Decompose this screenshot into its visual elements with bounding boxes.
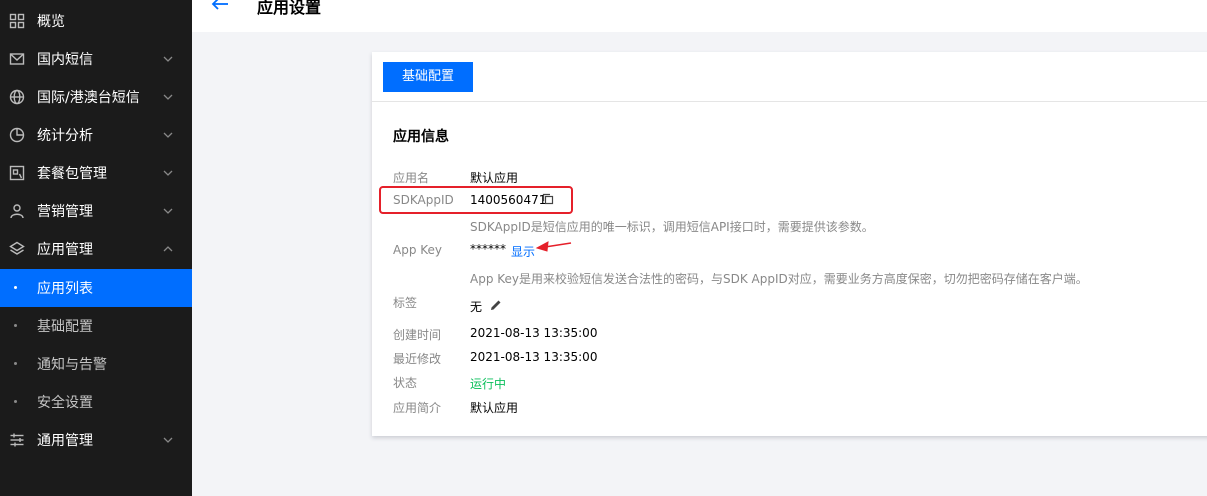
- copy-icon[interactable]: [542, 193, 554, 205]
- sidebar-item-app-management[interactable]: 应用管理: [0, 230, 192, 268]
- show-app-key-link[interactable]: 显示: [511, 243, 535, 260]
- grid-icon: [9, 13, 25, 29]
- bullet-dot: [14, 362, 17, 365]
- sidebar-item-label: 安全设置: [37, 395, 93, 411]
- app-name-label: 应用名: [393, 171, 430, 185]
- sidebar: 概览 国内短信 国际/港澳台短信 统计分析 套餐包管理 营销管理 应用管理 应用…: [0, 0, 192, 496]
- chevron-down-icon: [162, 91, 174, 103]
- globe-icon: [9, 89, 25, 105]
- back-arrow-icon[interactable]: [211, 0, 229, 11]
- sidebar-item-label: 国内短信: [37, 52, 93, 68]
- sdk-appid-label: SDKAppID: [393, 193, 454, 207]
- bullet-dot: [14, 324, 17, 327]
- section-title: 应用信息: [393, 129, 449, 145]
- chevron-down-icon: [162, 129, 174, 141]
- modified-time-value: 2021-08-13 13:35:00: [470, 350, 598, 364]
- sidebar-item-label: 通用管理: [37, 433, 93, 449]
- pencil-icon[interactable]: [490, 299, 502, 311]
- sdk-appid-hint: SDKAppID是短信应用的唯一标识，调用短信API接口时，需要提供该参数。: [470, 220, 874, 234]
- sidebar-item-packages[interactable]: 套餐包管理: [0, 154, 192, 192]
- layers-icon: [9, 241, 25, 257]
- chevron-up-icon: [162, 243, 174, 255]
- sidebar-item-label: 概览: [37, 14, 65, 30]
- sidebar-item-label: 基础配置: [37, 319, 93, 335]
- app-settings-card: 基础配置 应用信息 应用名 默认应用 SDKAppID 1400560471 S…: [372, 52, 1207, 436]
- app-key-value: ******: [470, 242, 506, 256]
- sidebar-item-marketing[interactable]: 营销管理: [0, 192, 192, 230]
- chevron-down-icon: [162, 205, 174, 217]
- package-icon: [9, 165, 25, 181]
- created-time-value: 2021-08-13 13:35:00: [470, 326, 598, 340]
- mail-icon: [9, 51, 25, 67]
- sidebar-item-security[interactable]: 安全设置: [0, 383, 192, 421]
- chevron-down-icon: [162, 167, 174, 179]
- app-key-hint: App Key是用来校验短信发送合法性的密码，与SDK AppID对应，需要业务…: [470, 272, 1088, 286]
- app-name-value: 默认应用: [470, 171, 519, 185]
- tag-value: 无: [470, 300, 483, 314]
- page-header: 应用设置: [192, 0, 1207, 32]
- sidebar-item-overview[interactable]: 概览: [0, 2, 192, 40]
- chevron-down-icon: [162, 53, 174, 65]
- sidebar-item-general[interactable]: 通用管理: [0, 421, 192, 459]
- sdk-appid-value: 1400560471: [470, 193, 547, 207]
- intro-value: 默认应用: [470, 401, 519, 415]
- sidebar-item-domestic-sms[interactable]: 国内短信: [0, 40, 192, 78]
- bullet-dot: [14, 400, 17, 403]
- sliders-icon: [9, 432, 25, 448]
- sidebar-item-label: 通知与告警: [37, 357, 107, 373]
- sidebar-item-label: 应用管理: [37, 242, 93, 258]
- annotation-arrow-icon: [535, 240, 575, 254]
- pie-chart-icon: [9, 127, 25, 143]
- sidebar-item-label: 营销管理: [37, 204, 93, 220]
- page-title: 应用设置: [257, 0, 322, 17]
- intro-label: 应用简介: [393, 401, 442, 415]
- status-label: 状态: [393, 376, 418, 390]
- tab-basic-config[interactable]: 基础配置: [383, 62, 473, 92]
- sidebar-item-label: 套餐包管理: [37, 166, 107, 182]
- sidebar-item-label: 应用列表: [37, 281, 93, 297]
- status-badge: 运行中: [470, 377, 507, 391]
- sidebar-item-label: 统计分析: [37, 128, 93, 144]
- sidebar-item-intl-sms[interactable]: 国际/港澳台短信: [0, 78, 192, 116]
- sidebar-item-app-list[interactable]: 应用列表: [0, 269, 192, 307]
- chevron-down-icon: [162, 434, 174, 446]
- created-time-label: 创建时间: [393, 328, 442, 342]
- bullet-dot: [14, 286, 17, 289]
- modified-time-label: 最近修改: [393, 352, 442, 366]
- tag-label: 标签: [393, 296, 418, 310]
- sidebar-item-basic-config[interactable]: 基础配置: [0, 307, 192, 345]
- sidebar-item-alerts[interactable]: 通知与告警: [0, 345, 192, 383]
- tab-bar: 基础配置: [372, 52, 1207, 102]
- sidebar-item-label: 国际/港澳台短信: [37, 90, 140, 106]
- user-marketing-icon: [9, 203, 25, 219]
- sidebar-item-statistics[interactable]: 统计分析: [0, 116, 192, 154]
- app-key-label: App Key: [393, 243, 443, 257]
